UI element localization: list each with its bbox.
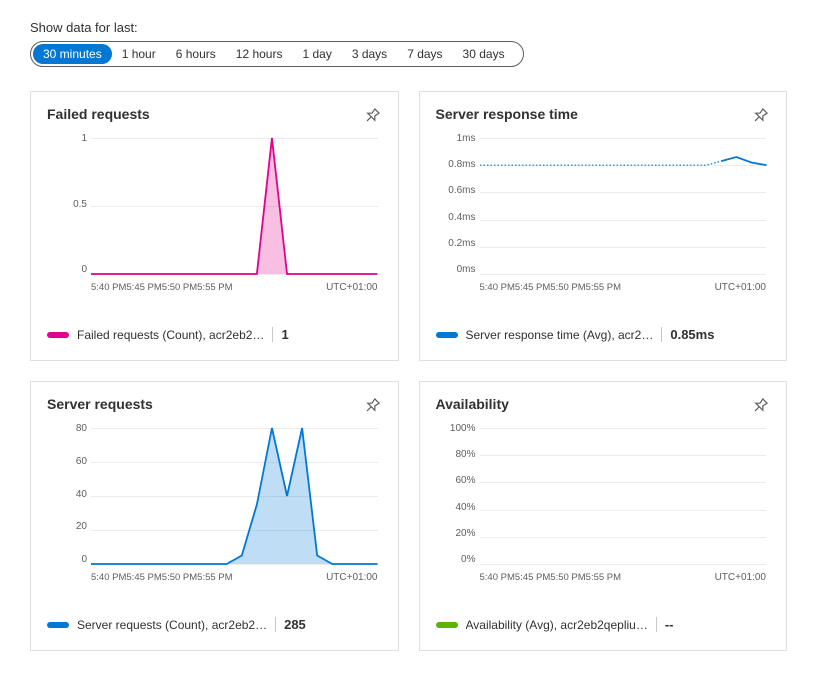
timezone-label: UTC+01:00 bbox=[715, 572, 766, 583]
time-range-option[interactable]: 30 minutes bbox=[33, 44, 112, 64]
legend: Availability (Avg), acr2eb2qepliu… -- bbox=[436, 617, 771, 632]
legend-swatch bbox=[436, 622, 458, 628]
card-title: Availability bbox=[436, 396, 509, 412]
time-range-option[interactable]: 12 hours bbox=[226, 44, 293, 64]
time-range-option[interactable]: 7 days bbox=[397, 44, 452, 64]
chart-area: 100%80%60%40%20%0%5:40 PM5:45 PM5:50 PM5… bbox=[436, 424, 771, 585]
legend-label: Server requests (Count), acr2eb2… bbox=[77, 618, 267, 632]
metric-card: Availability 100%80%60%40%20%0%5:40 PM5:4… bbox=[419, 381, 788, 651]
y-axis-labels: 100%80%60%40%20%0% bbox=[436, 424, 476, 565]
pin-icon[interactable] bbox=[357, 102, 385, 130]
time-range-option[interactable]: 30 days bbox=[453, 44, 515, 64]
time-range-option[interactable]: 1 day bbox=[292, 44, 341, 64]
time-range-selector[interactable]: 30 minutes1 hour6 hours12 hours1 day3 da… bbox=[30, 41, 524, 67]
plot-area bbox=[480, 428, 767, 565]
plot-area bbox=[480, 138, 767, 275]
legend-value: -- bbox=[656, 617, 674, 632]
y-axis-labels: 10.50 bbox=[47, 134, 87, 275]
plot-area bbox=[91, 138, 378, 275]
legend-value: 1 bbox=[272, 327, 288, 342]
legend-label: Server response time (Avg), acr2… bbox=[466, 328, 654, 342]
x-axis-labels: 5:40 PM5:45 PM5:50 PM5:55 PMUTC+01:00 bbox=[91, 279, 378, 295]
timezone-label: UTC+01:00 bbox=[326, 572, 377, 583]
legend-swatch bbox=[47, 622, 69, 628]
chart-area: 1ms0.8ms0.6ms0.4ms0.2ms0ms5:40 PM5:45 PM… bbox=[436, 134, 771, 295]
time-range-label: Show data for last: bbox=[30, 20, 787, 35]
plot-area bbox=[91, 428, 378, 565]
time-range-option[interactable]: 3 days bbox=[342, 44, 397, 64]
x-axis-labels: 5:40 PM5:45 PM5:50 PM5:55 PMUTC+01:00 bbox=[480, 569, 767, 585]
legend: Server response time (Avg), acr2… 0.85ms bbox=[436, 327, 771, 342]
time-range-option[interactable]: 6 hours bbox=[166, 44, 226, 64]
legend-swatch bbox=[436, 332, 458, 338]
legend: Failed requests (Count), acr2eb2… 1 bbox=[47, 327, 382, 342]
card-title: Server response time bbox=[436, 106, 578, 122]
legend-value: 0.85ms bbox=[661, 327, 714, 342]
pin-icon[interactable] bbox=[746, 392, 774, 420]
cards-grid: Failed requests10.505:40 PM5:45 PM5:50 P… bbox=[30, 91, 787, 651]
x-axis-labels: 5:40 PM5:45 PM5:50 PM5:55 PMUTC+01:00 bbox=[480, 279, 767, 295]
metric-card: Server requests 8060402005:40 PM5:45 PM5:… bbox=[30, 381, 399, 651]
card-title: Server requests bbox=[47, 396, 153, 412]
chart-area: 8060402005:40 PM5:45 PM5:50 PM5:55 PMUTC… bbox=[47, 424, 382, 585]
time-range-option[interactable]: 1 hour bbox=[112, 44, 166, 64]
timezone-label: UTC+01:00 bbox=[715, 282, 766, 293]
legend-value: 285 bbox=[275, 617, 306, 632]
pin-icon[interactable] bbox=[357, 392, 385, 420]
timezone-label: UTC+01:00 bbox=[326, 282, 377, 293]
legend-swatch bbox=[47, 332, 69, 338]
legend-label: Failed requests (Count), acr2eb2… bbox=[77, 328, 264, 342]
x-axis-labels: 5:40 PM5:45 PM5:50 PM5:55 PMUTC+01:00 bbox=[91, 569, 378, 585]
y-axis-labels: 806040200 bbox=[47, 424, 87, 565]
metric-card: Failed requests 10.505:40 PM5:45 PM5:50 P… bbox=[30, 91, 399, 361]
legend: Server requests (Count), acr2eb2… 285 bbox=[47, 617, 382, 632]
chart-area: 10.505:40 PM5:45 PM5:50 PM5:55 PMUTC+01:… bbox=[47, 134, 382, 295]
legend-label: Availability (Avg), acr2eb2qepliu… bbox=[466, 618, 648, 632]
card-title: Failed requests bbox=[47, 106, 150, 122]
metric-card: Server response time 1ms0.8ms0.6ms0.4ms0.… bbox=[419, 91, 788, 361]
y-axis-labels: 1ms0.8ms0.6ms0.4ms0.2ms0ms bbox=[436, 134, 476, 275]
pin-icon[interactable] bbox=[746, 102, 774, 130]
